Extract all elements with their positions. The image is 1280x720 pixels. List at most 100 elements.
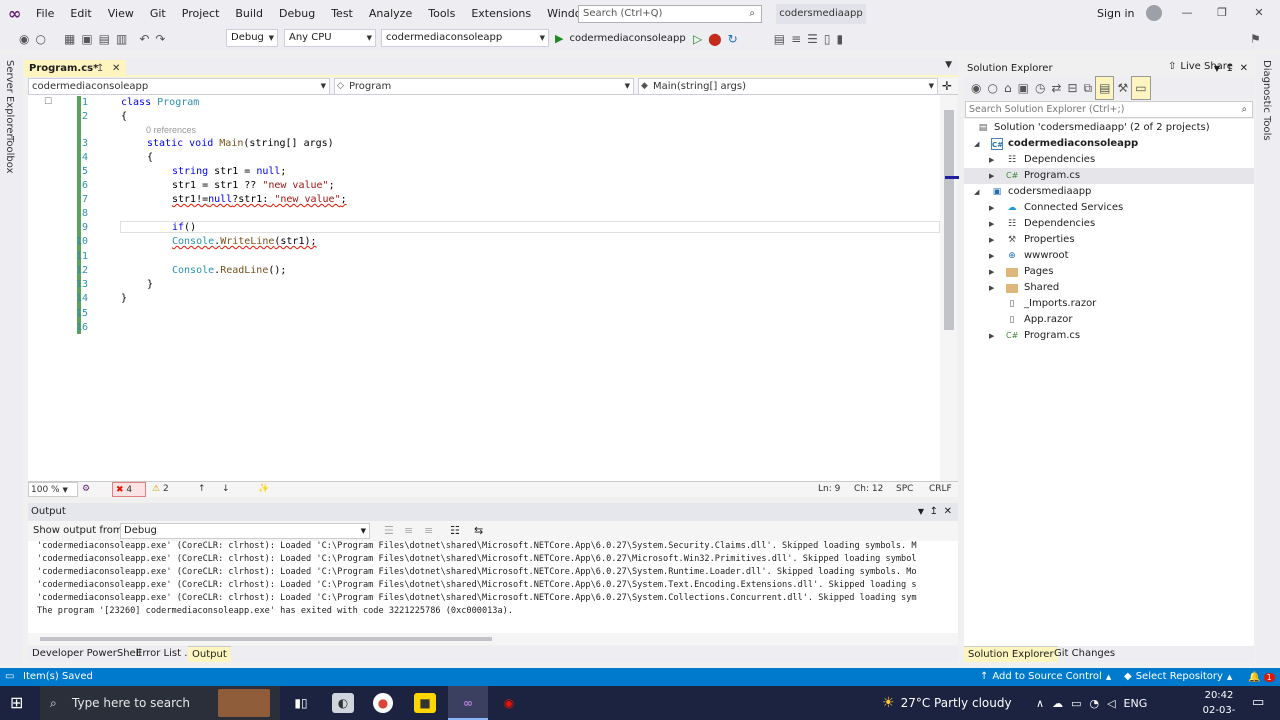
menu-build[interactable]: Build	[227, 0, 271, 28]
menu-debug[interactable]: Debug	[271, 0, 323, 28]
collapsed-chevron-icon[interactable]: ▶	[989, 216, 994, 232]
editor-scroll-thumb[interactable]	[944, 110, 954, 330]
collapsed-chevron-icon[interactable]: ▶	[989, 280, 994, 296]
clock[interactable]: 20:42 02-03-2024	[1190, 688, 1248, 720]
sticky-notes-icon[interactable]: ■	[414, 693, 436, 713]
tree-item-shared[interactable]: ▶ Shared	[964, 280, 1254, 296]
volume-icon[interactable]: ◁	[1107, 697, 1115, 710]
tree-item-project-console[interactable]: ◢ C# codermediaconsoleapp	[964, 136, 1254, 152]
line-indicator[interactable]: Ln: 9	[818, 482, 840, 497]
tree-item-connected-services[interactable]: ▶ ☁ Connected Services	[964, 200, 1254, 216]
tree-item-wwwroot[interactable]: ▶ ⊕ wwwroot	[964, 248, 1254, 264]
pin-icon[interactable]: ↥	[1226, 61, 1234, 77]
open-file-icon[interactable]: ▣	[78, 28, 95, 50]
bookmark-next-icon[interactable]: ▮	[834, 28, 847, 50]
previous-issue-icon[interactable]: ↑	[198, 482, 206, 497]
battery-icon[interactable]: ▭	[1071, 697, 1081, 710]
switch-views-icon[interactable]: ▣	[1015, 77, 1032, 99]
chrome-icon[interactable]: ●	[373, 693, 393, 713]
layout-icon[interactable]: ▤	[771, 28, 788, 50]
search-input[interactable]: Search (Ctrl+Q) ⌕	[578, 5, 762, 23]
collapsed-chevron-icon[interactable]: ▶	[989, 168, 994, 184]
close-tab-icon[interactable]: ✕	[112, 60, 120, 77]
preview-selected-icon[interactable]: ▭	[1131, 76, 1151, 100]
tree-item-program-cs[interactable]: ▶ C# Program.cs	[964, 168, 1254, 184]
align-icon[interactable]: ≡	[788, 28, 804, 50]
tree-item-dependencies[interactable]: ▶ ☷ Dependencies	[964, 216, 1254, 232]
code-cleanup-icon[interactable]: ✨	[258, 482, 269, 497]
close-window-icon[interactable]: ✕	[1252, 6, 1266, 20]
menu-analyze[interactable]: Analyze	[361, 0, 420, 28]
diagnostic-tools-tab[interactable]: Diagnostic Tools	[1261, 60, 1272, 141]
split-editor-icon[interactable]: ✛	[942, 78, 952, 94]
health-icon[interactable]: ⚙	[82, 482, 90, 497]
new-project-icon[interactable]: ▦	[61, 28, 78, 50]
select-repository-button[interactable]: ◆ Select Repository ▲	[1124, 668, 1232, 686]
language-indicator[interactable]: ENG	[1124, 697, 1148, 710]
panel-menu-icon[interactable]: ▼	[1214, 61, 1220, 77]
go-to-previous-icon[interactable]: ≡	[404, 524, 413, 537]
wifi-icon[interactable]: ◔	[1089, 697, 1099, 710]
restore-icon[interactable]: ❐	[1215, 6, 1229, 20]
forward-icon[interactable]: ○	[984, 77, 1000, 99]
sign-in-link[interactable]: Sign in	[1097, 7, 1135, 20]
tree-item-pages[interactable]: ▶ Pages	[964, 264, 1254, 280]
column-indicator[interactable]: Ch: 12	[854, 482, 883, 497]
expanded-chevron-icon[interactable]: ◢	[974, 136, 979, 152]
notification-center-icon[interactable]: ▭	[1252, 695, 1264, 710]
add-to-source-control-button[interactable]: ↑ Add to Source Control ▲	[980, 668, 1111, 686]
tree-item-imports-razor[interactable]: ▯ _Imports.razor	[964, 296, 1254, 312]
onedrive-icon[interactable]: ☁	[1052, 697, 1063, 710]
pin-icon[interactable]: ↥	[96, 60, 104, 77]
collapsed-chevron-icon[interactable]: ▶	[989, 248, 994, 264]
preview-icon[interactable]: ▤	[1095, 76, 1115, 100]
next-issue-icon[interactable]: ↓	[222, 482, 230, 497]
menu-extensions[interactable]: Extensions	[463, 0, 539, 28]
tree-item-dependencies[interactable]: ▶ ☷ Dependencies	[964, 152, 1254, 168]
collapse-all-icon[interactable]: ⊟	[1064, 77, 1080, 99]
notifications-button[interactable]: 🔔 1	[1248, 669, 1275, 687]
toolbox-tab[interactable]: Toolbox	[4, 136, 15, 174]
member-combo[interactable]: ◆ Main(string[] args) ▼	[638, 78, 938, 95]
warning-count[interactable]: ⚠ 2	[152, 482, 169, 497]
show-all-files-icon[interactable]: ⧉	[1081, 77, 1096, 99]
weather-widget[interactable]: ☀ 27°C Partly cloudy	[882, 686, 1012, 720]
refresh-icon[interactable]: ↻	[725, 28, 741, 50]
hot-reload-icon[interactable]: ⬤	[705, 28, 724, 50]
tab-developer-powershell[interactable]: Developer PowerShell	[28, 646, 145, 662]
screen-recorder-icon[interactable]: ◉	[498, 693, 520, 713]
pending-changes-icon[interactable]: ◷	[1032, 77, 1048, 99]
tab-program-cs[interactable]: Program.cs* ↥ ✕	[24, 60, 126, 77]
tree-item-program-cs[interactable]: ▶ C# Program.cs	[964, 328, 1254, 344]
tab-git-changes[interactable]: Git Changes	[1050, 646, 1119, 662]
server-explorer-tab[interactable]: Server Explorer	[4, 60, 15, 138]
sync-icon[interactable]: ⇄	[1048, 77, 1064, 99]
save-all-icon[interactable]: ▥	[113, 28, 130, 50]
visual-studio-logo-icon[interactable]: ∞	[8, 5, 28, 23]
error-count[interactable]: ✖ 4	[112, 482, 146, 497]
line-ending-indicator[interactable]: CRLF	[929, 482, 952, 497]
type-combo[interactable]: ◇ Program ▼	[334, 78, 634, 95]
clear-all-icon[interactable]: ☷	[450, 524, 460, 537]
undo-icon[interactable]: ↶	[136, 28, 152, 50]
startup-project-combo[interactable]: codermediaconsoleapp ▼	[381, 29, 549, 47]
menu-view[interactable]: View	[100, 0, 142, 28]
menu-project[interactable]: Project	[174, 0, 228, 28]
start-without-debugging-icon[interactable]: ▷	[690, 28, 705, 50]
code-editor[interactable]	[28, 95, 940, 481]
tab-overflow-icon[interactable]: ▼	[945, 60, 952, 70]
app-icon[interactable]: ◐	[332, 693, 354, 713]
back-icon[interactable]: ◉	[968, 77, 984, 99]
close-panel-icon[interactable]: ✕	[944, 503, 952, 521]
tree-item-properties[interactable]: ▶ ⚒ Properties	[964, 232, 1254, 248]
minimize-icon[interactable]: —	[1180, 6, 1194, 20]
tree-item-app-razor[interactable]: ▯ App.razor	[964, 312, 1254, 328]
collapsed-chevron-icon[interactable]: ▶	[989, 232, 994, 248]
panel-menu-icon[interactable]: ▼	[918, 503, 924, 521]
feedback-icon[interactable]: ⚑	[1250, 32, 1261, 46]
expanded-chevron-icon[interactable]: ◢	[974, 184, 979, 200]
collapsed-chevron-icon[interactable]: ▶	[989, 264, 994, 280]
menu-test[interactable]: Test	[323, 0, 361, 28]
windows-start-icon[interactable]: ⊞	[10, 694, 23, 712]
platform-combo[interactable]: Any CPU ▼	[284, 29, 376, 47]
